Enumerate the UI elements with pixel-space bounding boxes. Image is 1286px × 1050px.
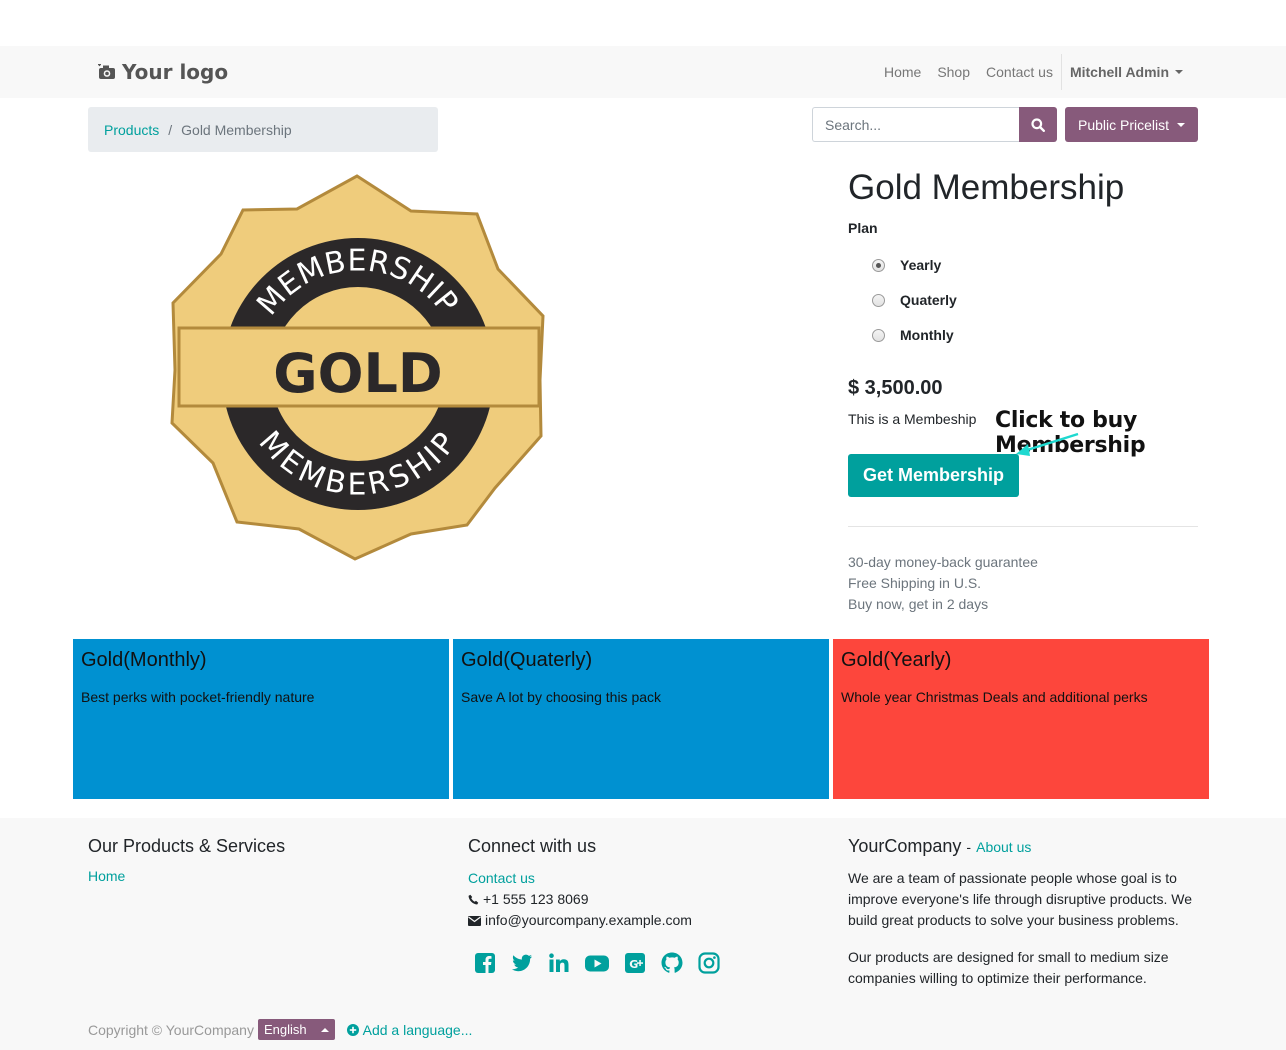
footer-products-column: Our Products & Services Home [88,836,285,884]
plus-circle-icon [346,1023,359,1036]
svg-text:G: G [629,958,638,971]
card-title: Gold(Quaterly) [461,649,593,671]
user-name: Mitchell Admin [1069,64,1169,80]
company-description: We are a team of passionate people whose… [848,870,1193,928]
product-description: This is a Membeship [848,411,977,427]
footer-phone: +1 555 123 8069 [468,889,721,910]
get-membership-button[interactable]: Get Membership [848,454,1019,497]
social-links: G [473,951,721,978]
add-language-link[interactable]: Add a language... [346,1021,473,1038]
plan-label: Plan [848,220,878,236]
caret-down-icon [1175,70,1183,74]
footer-connect-column: Connect with us Contact us +1 555 123 80… [468,836,721,978]
card-title: Gold(Yearly) [841,649,952,671]
caret-up-icon [320,1027,329,1032]
instagram-icon[interactable] [697,951,721,978]
radio-button[interactable] [872,293,885,307]
footer-heading: YourCompany - About us [848,836,1198,857]
plan-card-quaterly: Gold(Quaterly) Save A lot by choosing th… [453,639,829,799]
nav-links: Home Shop Contact us Mitchell Admin [876,46,1191,98]
search-button[interactable] [1019,107,1057,142]
pricelist-dropdown[interactable]: Public Pricelist [1065,107,1198,142]
footer: Our Products & Services Home Connect wit… [0,818,1286,1050]
copyright-bar: Copyright © YourCompany English Add a la… [88,1019,472,1040]
phone-number: +1 555 123 8069 [483,891,589,907]
nav-shop[interactable]: Shop [929,64,978,80]
product-image: MEMBERSHIP MEMBERSHIP GOLD [165,170,550,565]
about-us-link[interactable]: About us [976,839,1031,855]
youtube-icon[interactable] [584,951,610,978]
footer-heading: Our Products & Services [88,836,286,856]
envelope-icon [468,916,481,926]
nav-contact-us[interactable]: Contact us [978,64,1061,80]
card-text: Whole year Christmas Deals and additiona… [841,689,1148,705]
badge-center-text: GOLD [273,342,442,405]
product-title: Gold Membership [848,168,1125,207]
caret-down-icon [1177,122,1186,127]
plan-option-monthly[interactable]: Monthly [872,327,954,343]
plan-option-label: Yearly [900,257,942,273]
copyright-text: Copyright © YourCompany [88,1021,254,1038]
plan-card-monthly: Gold(Monthly) Best perks with pocket-fri… [73,639,449,799]
footer-contact-link[interactable]: Contact us [468,868,535,889]
github-icon[interactable] [660,951,684,978]
divider [848,526,1198,527]
email-address: info@yourcompany.example.com [485,912,692,928]
top-navbar: Your logo Home Shop Contact us Mitchell … [0,46,1286,98]
plan-option-yearly[interactable]: Yearly [872,257,941,273]
plan-option-label: Quaterly [900,292,957,308]
company-name: YourCompany [848,836,962,856]
perk-text: Free Shipping in U.S. [848,575,982,591]
logo[interactable]: Your logo [98,60,228,84]
card-text: Save A lot by choosing this pack [461,689,662,705]
plan-option-label: Monthly [900,327,954,343]
footer-home-link[interactable]: Home [88,868,125,884]
linkedin-icon[interactable] [547,951,571,978]
footer-company-column: YourCompany - About us We are a team of … [848,836,1198,989]
breadcrumb-current: Gold Membership [181,121,292,138]
language-label: English [263,1022,307,1037]
facebook-icon[interactable] [473,951,497,978]
heading-dash: - [966,839,972,855]
company-description: Our products are designed for small to m… [848,949,1169,986]
search-bar [812,107,1057,142]
logo-text: Your logo [122,60,229,84]
plan-option-quaterly[interactable]: Quaterly [872,292,957,308]
annotation-arrow-icon [1016,432,1079,456]
add-language-label: Add a language... [362,1021,473,1038]
breadcrumb-products-link[interactable]: Products [104,122,159,138]
perk-text: Buy now, get in 2 days [848,596,989,612]
user-menu[interactable]: Mitchell Admin [1062,64,1191,80]
camera-icon [98,64,115,79]
card-title: Gold(Monthly) [81,649,207,671]
perk-text: 30-day money-back guarantee [848,554,1038,570]
plan-card-yearly: Gold(Yearly) Whole year Christmas Deals … [833,639,1209,799]
footer-heading: Connect with us [468,836,597,856]
pricelist-label: Public Pricelist [1077,116,1170,133]
footer-email: info@yourcompany.example.com [468,910,721,931]
radio-button[interactable] [872,328,885,342]
nav-home[interactable]: Home [876,64,929,80]
twitter-icon[interactable] [510,951,534,978]
product-price: $ 3,500.00 [848,377,943,399]
phone-icon [468,894,479,905]
breadcrumb: Products / Gold Membership [88,107,438,152]
gold-membership-badge: MEMBERSHIP MEMBERSHIP GOLD [170,174,545,561]
card-text: Best perks with pocket-friendly nature [81,689,315,705]
search-input[interactable] [812,107,1019,142]
radio-button-checked[interactable] [872,258,885,272]
language-selector[interactable]: English [257,1019,335,1040]
google-plus-icon[interactable]: G [623,951,647,978]
search-icon [1031,117,1045,132]
breadcrumb-separator: / [168,121,173,138]
